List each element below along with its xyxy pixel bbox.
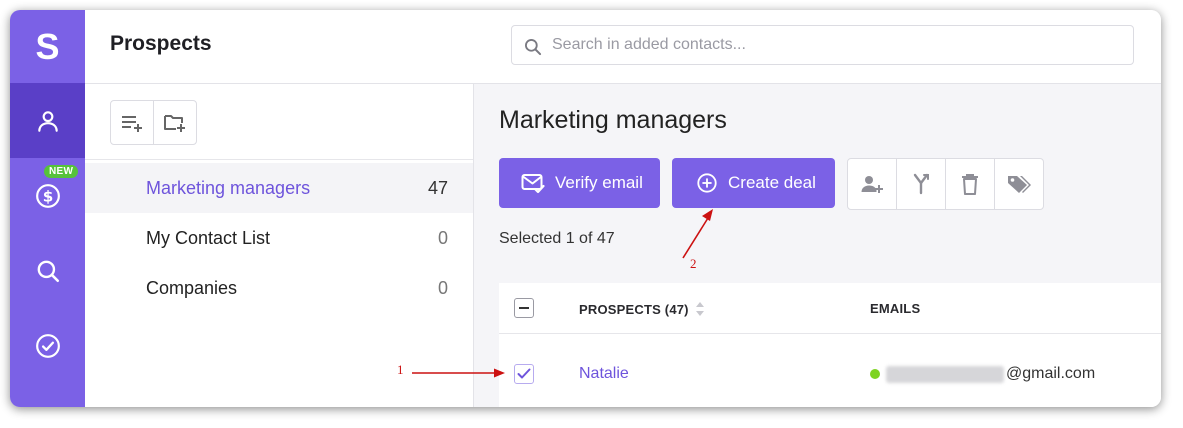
merge-icon	[913, 173, 929, 195]
list-item-companies[interactable]: Companies 0	[85, 263, 473, 313]
prospect-name-link[interactable]: Natalie	[579, 365, 629, 383]
table-header: PROSPECTS (47) EMAILS	[499, 283, 1161, 334]
rail-item-prospects[interactable]	[10, 83, 85, 158]
check-circle-icon	[35, 333, 60, 358]
search-box[interactable]	[511, 25, 1134, 65]
plus-circle-icon	[697, 173, 717, 193]
minus-icon	[519, 307, 529, 309]
page-title: Prospects	[110, 32, 212, 55]
tag-button[interactable]	[994, 159, 1043, 209]
trash-icon	[962, 174, 978, 195]
rail-item-search[interactable]	[10, 233, 85, 308]
list-item-my-contact-list[interactable]: My Contact List 0	[85, 213, 473, 263]
add-folder-icon	[164, 114, 185, 132]
app-window: S $ NEW Prospects Search in added contac…	[10, 10, 1161, 407]
select-all-checkbox[interactable]	[514, 298, 534, 318]
list-item-name: Companies	[146, 277, 238, 298]
row-checkbox[interactable]	[514, 364, 534, 384]
prospects-table: PROSPECTS (47) EMAILS Natalie @gmail.com	[499, 283, 1161, 407]
tag-icon	[1008, 176, 1031, 193]
merge-button[interactable]	[896, 159, 945, 209]
verify-email-icon	[521, 174, 545, 194]
list-item-marketing-managers[interactable]: Marketing managers 47	[85, 163, 473, 213]
rail-item-tasks[interactable]	[10, 308, 85, 383]
add-person-icon	[861, 176, 883, 193]
list-item-count: 0	[437, 277, 448, 298]
divider	[85, 159, 473, 160]
verify-email-button[interactable]: Verify email	[499, 158, 660, 208]
column-header-emails[interactable]: EMAILS	[870, 301, 920, 316]
email-status-dot	[870, 369, 880, 379]
svg-text:$: $	[42, 187, 53, 205]
annotation-label-1: 1	[397, 362, 404, 377]
delete-button[interactable]	[945, 159, 994, 209]
prospect-email: @gmail.com	[870, 365, 1095, 383]
side-rail: S $ NEW	[10, 10, 85, 407]
list-item-count: 47	[427, 177, 448, 198]
new-badge: NEW	[44, 165, 79, 178]
email-redacted	[886, 365, 1004, 383]
add-list-icon	[122, 115, 142, 132]
table-row[interactable]: Natalie @gmail.com	[499, 334, 1161, 407]
selection-count: Selected 1 of 47	[499, 230, 615, 247]
add-list-button[interactable]	[111, 101, 153, 144]
search-input[interactable]	[552, 26, 1112, 64]
verify-email-label: Verify email	[555, 173, 643, 192]
search-icon	[37, 260, 59, 282]
list-title: Marketing managers	[499, 106, 727, 134]
lists-panel: Marketing managers 47 My Contact List 0 …	[85, 84, 474, 407]
person-icon	[37, 110, 58, 132]
list-toolbar	[110, 100, 197, 145]
dollar-icon: $	[35, 183, 60, 208]
create-deal-button[interactable]: Create deal	[672, 158, 835, 208]
column-header-prospects[interactable]: PROSPECTS (47)	[579, 301, 705, 317]
list-item-count: 0	[437, 227, 448, 248]
bulk-actions	[847, 158, 1044, 210]
list-item-name: My Contact List	[146, 227, 271, 248]
column-header-prospects-label: PROSPECTS (47)	[579, 301, 689, 317]
app-logo[interactable]: S	[10, 10, 85, 83]
annotation-label-2: 2	[690, 256, 697, 271]
create-deal-label: Create deal	[728, 173, 816, 192]
add-to-list-button[interactable]	[848, 159, 896, 209]
check-icon	[517, 368, 531, 379]
email-domain: @gmail.com	[1006, 365, 1096, 382]
add-folder-button[interactable]	[153, 101, 196, 144]
sort-icon[interactable]	[695, 301, 705, 317]
list-item-name: Marketing managers	[146, 177, 311, 198]
main-content: Marketing managers Verify email Create d…	[474, 84, 1161, 407]
search-icon	[525, 39, 542, 56]
top-header: Prospects	[85, 10, 1161, 84]
